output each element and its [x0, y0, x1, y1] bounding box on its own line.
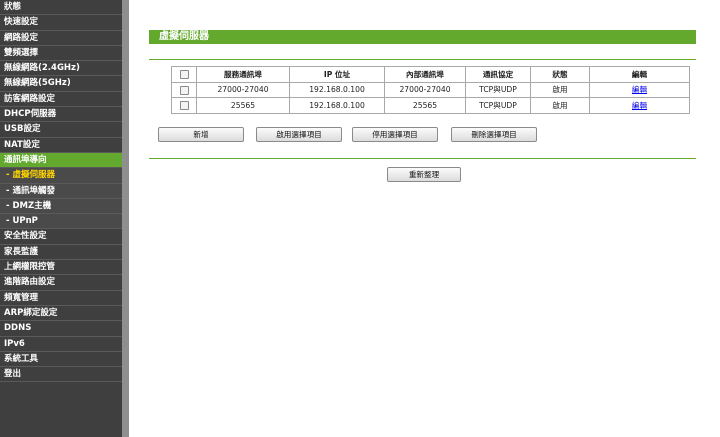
divider-top: [149, 59, 696, 60]
cell-ip-address: 192.168.0.100: [289, 97, 385, 114]
sidebar-item-wireless-5g[interactable]: 無線網路(5GHz): [0, 76, 122, 92]
col-service-port: 服務通訊埠: [196, 66, 290, 83]
col-edit: 編輯: [589, 66, 690, 83]
sidebar-item-upnp[interactable]: - UPnP: [0, 214, 122, 230]
table-row: 27000-27040 192.168.0.100 27000-27040 TC…: [171, 81, 690, 98]
cell-edit: 編輯: [589, 97, 690, 114]
sidebar-menu: 狀態 快速設定 網路設定 雙頻選擇 無線網路(2.4GHz) 無線網路(5GHz…: [0, 0, 122, 437]
sidebar-item-port-triggering[interactable]: - 通訊埠觸發: [0, 183, 122, 199]
row-select-cell: [171, 81, 197, 98]
enable-selected-button[interactable]: 啟用選擇項目: [256, 127, 342, 142]
cell-edit: 編輯: [589, 81, 690, 98]
sidebar-item-arp-binding[interactable]: ARP綁定設定: [0, 306, 122, 322]
cell-internal-port: 25565: [384, 97, 466, 114]
cell-ip-address: 192.168.0.100: [289, 81, 385, 98]
virtual-server-table: 服務通訊埠 IP 位址 內部通訊埠 通訊協定 狀態 編輯 27000-27040…: [171, 66, 690, 114]
disable-selected-button[interactable]: 停用選擇項目: [352, 127, 438, 142]
cell-protocol: TCP與UDP: [465, 81, 531, 98]
delete-selected-button[interactable]: 刪除選擇項目: [451, 127, 537, 142]
sidebar-item-network[interactable]: 網路設定: [0, 31, 122, 46]
sidebar-item-nat[interactable]: NAT設定: [0, 138, 122, 153]
sidebar-item-quick-setup[interactable]: 快速設定: [0, 15, 122, 31]
col-ip-address: IP 位址: [289, 66, 385, 83]
add-button[interactable]: 新增: [158, 127, 244, 142]
row-checkbox[interactable]: [179, 85, 189, 95]
cell-status: 啟用: [530, 81, 590, 98]
sidebar-item-security[interactable]: 安全性設定: [0, 229, 122, 245]
cell-internal-port: 27000-27040: [384, 81, 466, 98]
col-protocol: 通訊協定: [465, 66, 531, 83]
sidebar-item-system-tools[interactable]: 系統工具: [0, 352, 122, 368]
sidebar-item-dhcp[interactable]: DHCP伺服器: [0, 107, 122, 123]
sidebar-item-dual-band[interactable]: 雙頻選擇: [0, 46, 122, 62]
sidebar-item-parental-control[interactable]: 家長監護: [0, 245, 122, 261]
sidebar-item-advanced-routing[interactable]: 進階路由設定: [0, 275, 122, 291]
sidebar-divider: [122, 0, 129, 437]
col-status: 狀態: [530, 66, 590, 83]
divider-bottom: [149, 158, 696, 159]
sidebar-item-wireless-2g[interactable]: 無線網路(2.4GHz): [0, 61, 122, 77]
col-internal-port: 內部通訊埠: [384, 66, 466, 83]
table-header-row: 服務通訊埠 IP 位址 內部通訊埠 通訊協定 狀態 編輯: [171, 66, 690, 83]
sidebar-item-bandwidth-control[interactable]: 頻寬管理: [0, 291, 122, 306]
row-checkbox[interactable]: [179, 101, 189, 110]
sidebar-item-status[interactable]: 狀態: [0, 0, 122, 16]
sidebar-item-access-control[interactable]: 上網權限控管: [0, 260, 122, 276]
table-row: 25565 192.168.0.100 25565 TCP與UDP 啟用 編輯: [171, 97, 690, 114]
select-all-checkbox[interactable]: [179, 70, 189, 79]
cell-status: 啟用: [530, 97, 590, 114]
row-select-cell: [171, 97, 197, 114]
sidebar-item-virtual-servers[interactable]: - 虛擬伺服器: [0, 168, 122, 184]
edit-link[interactable]: 編輯: [632, 85, 647, 94]
sidebar-item-dmz[interactable]: - DMZ主機: [0, 198, 122, 215]
cell-service-port: 27000-27040: [196, 81, 290, 98]
edit-link[interactable]: 編輯: [632, 101, 647, 110]
main-content: 虛擬伺服器 服務通訊埠 IP 位址 內部通訊埠 通訊協定 狀態 編輯 27000…: [129, 0, 720, 437]
sidebar-item-guest-network[interactable]: 訪客網路設定: [0, 92, 122, 108]
refresh-button[interactable]: 重新整理: [387, 167, 461, 182]
page-title: 虛擬伺服器: [149, 30, 696, 44]
sidebar-item-ddns[interactable]: DDNS: [0, 321, 122, 337]
cell-service-port: 25565: [196, 97, 290, 114]
select-all-cell: [171, 66, 197, 83]
cell-protocol: TCP與UDP: [465, 97, 531, 114]
sidebar-item-forwarding[interactable]: 通訊埠導向: [0, 152, 122, 169]
sidebar-item-logout[interactable]: 登出: [0, 367, 122, 383]
sidebar-item-ipv6[interactable]: IPv6: [0, 337, 122, 352]
sidebar-item-usb[interactable]: USB設定: [0, 122, 122, 138]
